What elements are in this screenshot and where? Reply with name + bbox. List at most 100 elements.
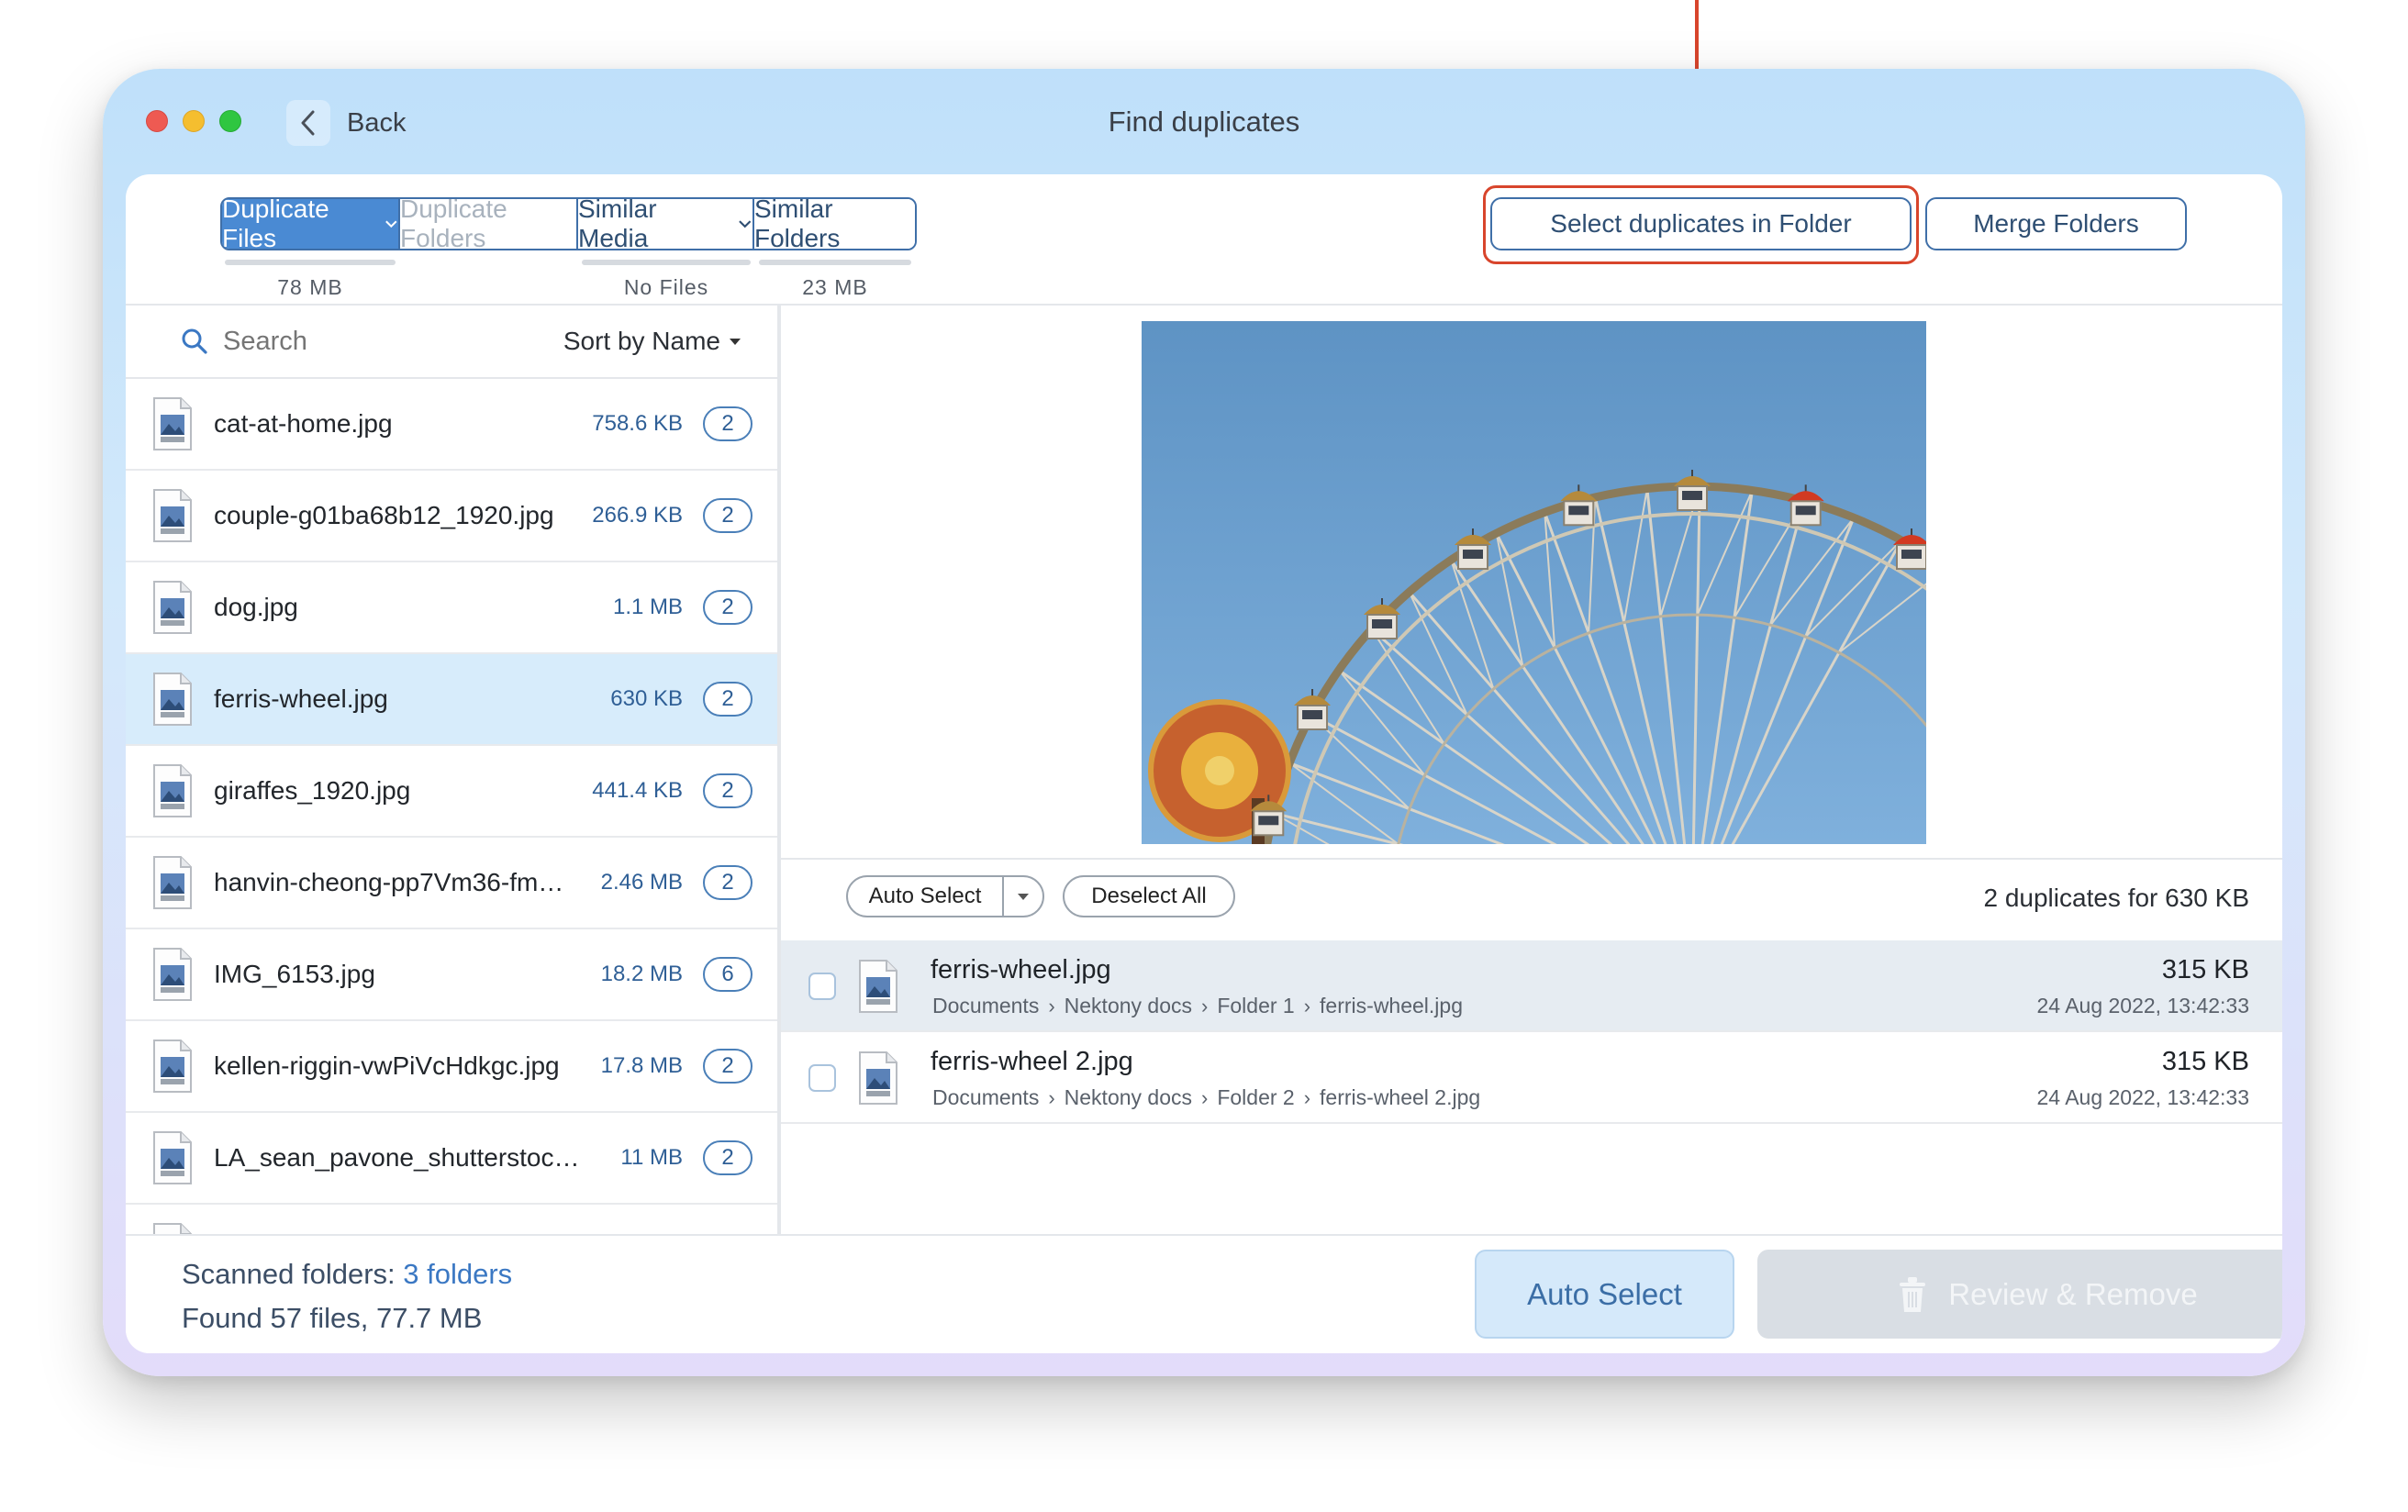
tab-similar-media[interactable]: Similar Media [578, 199, 754, 249]
path-separator-icon: › [1048, 994, 1055, 1017]
duplicate-count-badge: 2 [703, 1049, 752, 1084]
deselect-all-button[interactable]: Deselect All [1063, 875, 1235, 917]
tab-label: Duplicate Folders [400, 197, 507, 250]
mode-tabs: Duplicate Files Duplicate Folders Simila… [220, 197, 917, 250]
duplicate-count-badge: 2 [703, 590, 752, 625]
duplicate-count-badge: 2 [703, 865, 752, 900]
duplicate-size: 315 KB [2161, 955, 2249, 984]
search-row: Sort by Name [126, 306, 777, 379]
merge-folders-button[interactable]: Merge Folders [1925, 197, 2187, 250]
duplicate-row[interactable]: ferris-wheel 2.jpg Documents › Nektony docs… [781, 1032, 2282, 1124]
duplicate-count-badge: 2 [703, 498, 752, 533]
file-list-item[interactable]: IMG_6153.jpg 18.2 MB 6 [126, 929, 777, 1021]
duplicate-path: Documents › Nektony docs › Folder 2 › ferris-w… [932, 1085, 1480, 1110]
jpg-file-icon [153, 397, 192, 450]
usage-bar-similar-media [582, 260, 751, 265]
file-name: ferris-wheel.jpg [214, 684, 388, 713]
file-list-item[interactable]: ferris-wheel.jpg 630 KB 2 [126, 654, 777, 746]
path-segment[interactable]: Folder 1 [1217, 994, 1294, 1018]
duplicate-count-badge: 2 [703, 1140, 752, 1175]
sort-label: Sort by Name [563, 327, 720, 355]
duplicate-path: Documents › Nektony docs › Folder 1 › ferris-w… [932, 994, 1463, 1018]
file-name: kellen-riggin-vwPiVcHdkgc.jpg [214, 1051, 560, 1080]
path-separator-icon: › [1303, 994, 1311, 1017]
tab-duplicate-folders[interactable]: Duplicate Folders [400, 199, 578, 249]
trash-icon [1900, 1276, 1926, 1312]
path-segment[interactable]: Documents [932, 994, 1039, 1018]
file-name: IMG_6153.jpg [214, 960, 375, 988]
file-size: 266.9 KB [592, 503, 683, 528]
path-segment[interactable]: ferris-wheel 2.jpg [1320, 1085, 1480, 1110]
select-duplicates-in-folder-button[interactable]: Select duplicates in Folder [1490, 197, 1912, 250]
file-list-item[interactable]: LA_sean_pavone_shutterstock.… 11 MB 2 [126, 1113, 777, 1205]
auto-select-menu-button[interactable] [1004, 877, 1042, 916]
file-size: 18.2 MB [600, 962, 683, 986]
duplicate-count-badge: 2 [703, 773, 752, 808]
file-list-item-partial[interactable] [126, 1205, 777, 1234]
duplicate-checkbox[interactable] [808, 973, 836, 1000]
file-size: 2.46 MB [600, 870, 683, 895]
found-files-text: Found 57 files, 77.7 MB [182, 1302, 483, 1334]
review-remove-button[interactable]: Review & Remove [1757, 1250, 2282, 1339]
path-segment[interactable]: Nektony docs [1065, 1085, 1192, 1110]
scanned-folders-line: Scanned folders: 3 folders [182, 1258, 512, 1291]
file-size: 1.1 MB [612, 595, 683, 619]
auto-select-main-button[interactable]: Auto Select [1475, 1250, 1734, 1339]
auto-select-split-button: Auto Select [846, 875, 1044, 917]
duplicate-checkbox[interactable] [808, 1064, 836, 1092]
search-input[interactable] [223, 326, 498, 357]
file-name: dog.jpg [214, 593, 298, 621]
tab-label: Duplicate Files [222, 197, 329, 250]
file-list-item[interactable]: kellen-riggin-vwPiVcHdkgc.jpg 17.8 MB 2 [126, 1021, 777, 1113]
review-remove-label: Review & Remove [1948, 1276, 2198, 1311]
tab-label: Similar Folders [754, 197, 841, 250]
duplicate-count-badge: 2 [703, 682, 752, 717]
app-window: Back Find duplicates Duplicate Files Dup… [103, 69, 2305, 1376]
path-segment[interactable]: Documents [932, 1085, 1039, 1110]
file-list-item[interactable]: giraffes_1920.jpg 441.4 KB 2 [126, 746, 777, 838]
usage-bar-duplicate-files [225, 260, 396, 265]
tab-duplicate-files[interactable]: Duplicate Files [222, 199, 400, 249]
duplicate-count-badge: 2 [703, 406, 752, 441]
jpg-file-icon [153, 581, 192, 634]
usage-label-similar-folders: 23 MB [802, 275, 868, 299]
file-name: LA_sean_pavone_shutterstock.… [214, 1143, 581, 1172]
file-name: couple-g01ba68b12_1920.jpg [214, 501, 554, 529]
file-list-item[interactable]: hanvin-cheong-pp7Vm36-fm… 2.46 MB 2 [126, 838, 777, 929]
chevron-down-icon [385, 220, 397, 228]
file-list-item[interactable]: couple-g01ba68b12_1920.jpg 266.9 KB 2 [126, 471, 777, 562]
file-size: 17.8 MB [600, 1053, 683, 1078]
usage-label-duplicate-files: 78 MB [277, 275, 343, 299]
path-separator-icon: › [1303, 1085, 1311, 1109]
footer: Scanned folders: 3 folders Found 57 file… [126, 1234, 2282, 1353]
jpg-file-icon [153, 1040, 192, 1093]
auto-select-button[interactable]: Auto Select [848, 877, 1004, 916]
duplicate-count-badge: 6 [703, 957, 752, 992]
duplicates-summary: 2 duplicates for 630 KB [1983, 884, 2249, 912]
usage-bar-similar-folders [759, 260, 911, 265]
path-segment[interactable]: Nektony docs [1065, 994, 1192, 1018]
chevron-down-icon [739, 220, 752, 228]
file-size: 441.4 KB [592, 778, 683, 803]
file-list-item[interactable]: cat-at-home.jpg 758.6 KB 2 [126, 379, 777, 471]
file-list-item[interactable]: dog.jpg 1.1 MB 2 [126, 562, 777, 654]
file-size: 11 MB [620, 1145, 683, 1170]
scanned-label: Scanned folders: [182, 1258, 396, 1290]
duplicate-row[interactable]: ferris-wheel.jpg Documents › Nektony docs › F… [781, 940, 2282, 1032]
scanned-folders-link[interactable]: 3 folders [403, 1258, 512, 1290]
file-name: giraffes_1920.jpg [214, 776, 411, 805]
tab-label: Similar Media [578, 197, 657, 250]
tab-similar-folders[interactable]: Similar Folders [754, 199, 915, 249]
duplicate-date: 24 Aug 2022, 13:42:33 [2036, 1085, 2250, 1109]
file-name: hanvin-cheong-pp7Vm36-fm… [214, 868, 564, 896]
jpg-file-icon [859, 1051, 897, 1105]
jpg-file-icon [153, 948, 192, 1001]
path-segment[interactable]: ferris-wheel.jpg [1320, 994, 1463, 1018]
path-segment[interactable]: Folder 2 [1217, 1085, 1294, 1110]
window-title: Find duplicates [1108, 106, 1300, 138]
duplicates-toolbar: Auto Select Deselect All 2 duplicates fo… [781, 858, 2282, 940]
jpg-file-icon [153, 856, 192, 909]
sort-dropdown[interactable]: Sort by Name [563, 327, 741, 356]
pane-divider [779, 306, 781, 1234]
path-separator-icon: › [1201, 994, 1209, 1017]
